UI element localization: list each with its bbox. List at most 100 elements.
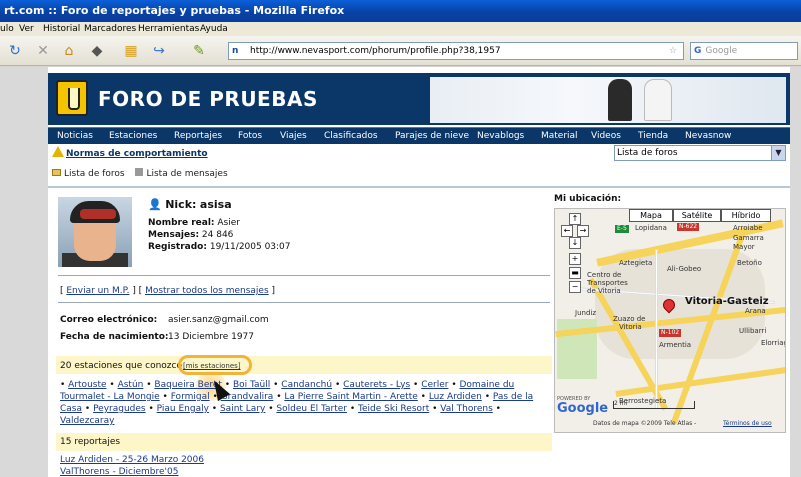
station-link[interactable]: Teide Ski Resort — [358, 404, 429, 414]
station-link[interactable]: Saint Lary — [220, 404, 265, 414]
map-type-satellite-button[interactable]: Satélite — [673, 209, 721, 222]
addon-icon[interactable]: ◆ — [88, 42, 106, 60]
nav-item-parajes[interactable]: Parajes de nieve — [395, 129, 469, 143]
station-link[interactable]: Artouste — [68, 380, 106, 390]
station-link[interactable]: Formigal — [171, 392, 210, 402]
station-link[interactable]: Val Thorens — [440, 404, 492, 414]
search-input[interactable]: G Google — [690, 42, 798, 60]
site-logo[interactable]: FORO DE PRUEBAS — [98, 87, 318, 111]
pan-left-icon[interactable]: ← — [561, 225, 573, 237]
nav-item-noticias[interactable]: Noticias — [57, 129, 93, 143]
test-tube-icon — [56, 80, 88, 116]
station-link[interactable]: Cauterets - Lys — [343, 380, 410, 390]
road-shield-e5: E-5 — [615, 225, 629, 233]
location-map[interactable]: Mapa Satélite Híbrido ↑ ← → ↓ + ▬ − N-62… — [554, 208, 786, 433]
nick-label: Nick: — [165, 198, 197, 211]
grid-icon[interactable]: ▦ — [122, 42, 140, 60]
sub-nav: Lista de foros Lista de mensajes — [52, 167, 228, 181]
map-place: Vitoria — [619, 323, 642, 331]
map-place: Jundiz — [575, 309, 596, 317]
map-attribution: Datos de mapa ©2009 Tele Atlas - — [593, 420, 697, 427]
zoom-out-icon[interactable]: − — [569, 281, 581, 293]
forum-select-value: Lista de foros — [617, 148, 678, 158]
reload-icon[interactable]: ↻ — [6, 42, 24, 60]
rules-link[interactable]: Normas de comportamiento — [66, 147, 208, 161]
menu-item-help[interactable]: Ayuda — [200, 22, 228, 36]
nav-item-estaciones[interactable]: Estaciones — [109, 129, 157, 143]
menu-item-view[interactable]: Ver — [19, 22, 34, 36]
nav-item-viajes[interactable]: Viajes — [280, 129, 307, 143]
bullet: • — [334, 380, 344, 390]
nav-item-fotos[interactable]: Fotos — [238, 129, 262, 143]
messages-row: Mensajes: 24 846 — [148, 229, 233, 241]
forum-select[interactable]: Lista de foros ▼ — [614, 145, 786, 161]
bullet: • — [495, 404, 501, 414]
menu-item-tools[interactable]: Herramientas — [138, 22, 199, 36]
nav-item-tienda[interactable]: Tienda — [638, 129, 668, 143]
realname-label: Nombre real: — [148, 218, 215, 228]
map-place: Arana — [745, 307, 766, 315]
station-link[interactable]: Astún — [118, 380, 144, 390]
bullet: • — [162, 392, 171, 402]
station-link[interactable]: La Pierre Saint Martin - Arette — [284, 392, 417, 402]
stations-list: • Artouste • Astún • Baqueira Beret • Bo… — [60, 379, 554, 427]
pan-up-icon[interactable]: ↑ — [569, 213, 581, 225]
google-logo[interactable]: Google — [557, 401, 608, 417]
my-stations-link[interactable]: [mis estaciones] — [183, 361, 241, 371]
folder-icon — [52, 169, 61, 176]
bullet: • — [420, 392, 429, 402]
station-link[interactable]: Candanchú — [281, 380, 332, 390]
menu-item-file[interactable]: ulo — [0, 22, 14, 36]
address-bar[interactable]: n http://www.nevasport.com/phorum/profile… — [228, 42, 684, 60]
station-link[interactable]: Cerler — [421, 380, 448, 390]
nav-item-videos[interactable]: Videos — [591, 129, 621, 143]
map-road — [655, 249, 658, 409]
message-list-link[interactable]: Lista de mensajes — [146, 169, 227, 179]
nav-item-material[interactable]: Material — [541, 129, 578, 143]
stop-icon[interactable]: ✕ — [34, 42, 52, 60]
header-banner[interactable] — [430, 77, 786, 123]
station-link[interactable]: Piau Engaly — [157, 404, 209, 414]
nav-item-nevablogs[interactable]: Nevablogs — [477, 129, 524, 143]
realname-value: Asier — [217, 218, 240, 228]
map-terms-link[interactable]: Términos de uso — [723, 419, 772, 428]
pan-right-icon[interactable]: → — [577, 225, 589, 237]
user-icon: 👤 — [148, 198, 162, 211]
pan-down-icon[interactable]: ↓ — [569, 237, 581, 249]
browser-window: rt.com :: Foro de reportajes y pruebas -… — [0, 0, 801, 477]
report-link[interactable]: Luz Ardiden - 25-26 Marzo 2006 — [60, 454, 204, 466]
home-icon[interactable]: ⌂ — [60, 42, 78, 60]
map-type-map-button[interactable]: Mapa — [629, 209, 673, 222]
station-link[interactable]: Peyragudes — [93, 404, 146, 414]
map-place: Ullibarri — [739, 327, 767, 335]
divider — [58, 275, 550, 276]
station-link[interactable]: Soldeu El Tarter — [276, 404, 347, 414]
send-pm-link[interactable]: Enviar un M.P. — [66, 286, 129, 296]
share-icon[interactable]: ↪ — [150, 42, 168, 60]
zoom-reset-icon[interactable]: ▬ — [569, 267, 581, 279]
menu-item-bookmarks[interactable]: Marcadores — [84, 22, 136, 36]
station-link[interactable]: Luz Ardiden — [429, 392, 482, 402]
star-icon[interactable]: ☆ — [669, 43, 677, 59]
map-place: Betoño — [737, 259, 762, 267]
zoom-in-icon[interactable]: + — [569, 253, 581, 265]
station-link[interactable]: Valdezcaray — [60, 416, 114, 426]
bullet: • — [413, 380, 422, 390]
avatar — [58, 197, 132, 267]
nav-item-reportajes[interactable]: Reportajes — [174, 129, 222, 143]
edit-icon[interactable]: ✎ — [190, 42, 208, 60]
nav-item-clasificados[interactable]: Clasificados — [324, 129, 378, 143]
chevron-down-icon[interactable]: ▼ — [771, 146, 785, 160]
show-all-messages-link[interactable]: Mostrar todos los mensajes — [145, 286, 269, 296]
report-link[interactable]: ValThorens - Diciembre'05 — [60, 466, 178, 477]
map-title: Mi ubicación: — [554, 194, 622, 204]
station-link[interactable]: Boi Taüll — [233, 380, 270, 390]
map-type-hybrid-button[interactable]: Híbrido — [721, 209, 771, 222]
forum-list-link[interactable]: Lista de foros — [64, 169, 125, 179]
main-nav: Noticias Estaciones Reportajes Fotos Via… — [48, 127, 790, 144]
list-icon — [135, 168, 144, 176]
divider — [58, 302, 550, 303]
nav-item-nevasnow[interactable]: Nevasnow — [685, 129, 731, 143]
warning-icon — [52, 146, 64, 157]
menu-item-history[interactable]: Historial — [43, 22, 80, 36]
